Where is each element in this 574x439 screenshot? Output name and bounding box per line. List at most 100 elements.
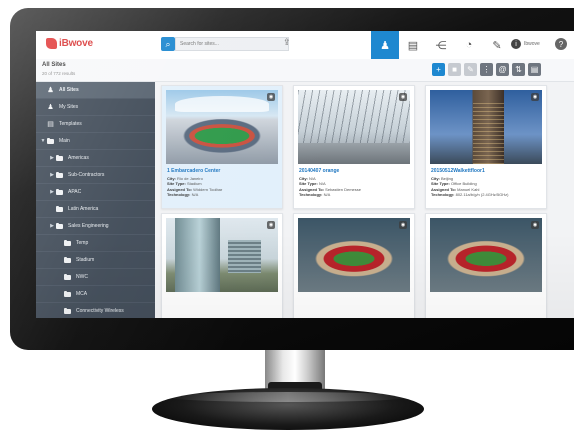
- card-technology-label: Technology:: [299, 192, 323, 198]
- chevron-icon[interactable]: ▶: [48, 223, 56, 229]
- site-card[interactable]: ◉ 20150512Walkettfloor1 City: Beijing Site …: [425, 85, 547, 209]
- site-thumbnail[interactable]: ◉: [430, 90, 542, 164]
- sidebar-item[interactable]: ♟ My Sites: [36, 99, 155, 116]
- sidebar-item-label: Americas: [68, 155, 89, 161]
- card-details: 20140407 orange City: N/A Site Type: N/A As…: [294, 164, 414, 202]
- card-city-value: N/A: [309, 176, 316, 181]
- stop-button[interactable]: ■: [448, 63, 461, 76]
- folder-icon: [56, 205, 63, 212]
- sidebar-item[interactable]: ▶ APAC: [36, 184, 155, 201]
- card-technology-value: 802.11a/b/g/n (2.4GHz/5GHz): [455, 192, 509, 198]
- folder-icon: [64, 307, 71, 314]
- folder-icon: [56, 171, 63, 178]
- card-site-type-label: Site Type:: [299, 181, 318, 187]
- card-technology-label: Technology:: [431, 192, 455, 198]
- card-title[interactable]: 20140407 orange: [299, 168, 409, 174]
- card-assigned-to-label: Assigned To:: [167, 186, 193, 192]
- sidebar-item[interactable]: MCA: [36, 286, 155, 303]
- logo-text: iBwove: [59, 38, 93, 49]
- edit-button[interactable]: ✎: [464, 63, 477, 76]
- camera-icon[interactable]: ◉: [267, 93, 275, 101]
- search-button[interactable]: ⌕: [161, 37, 175, 51]
- site-card[interactable]: ◉ 20140407 orange City: N/A Site Type: N/A A…: [293, 85, 415, 209]
- help-icon[interactable]: ?: [555, 38, 567, 50]
- search-icon: ⌕: [165, 38, 171, 49]
- folder-icon: [56, 188, 63, 195]
- chevron-icon[interactable]: ▶: [48, 172, 56, 178]
- clipboard-icon: ▤: [407, 39, 419, 52]
- sidebar-item-label: NWC: [76, 274, 88, 280]
- page-header: All Sites 20 of 772 results + ■ ✎ ⋮ @ ⇅ …: [36, 59, 574, 82]
- sidebar-item[interactable]: ▼ Main: [36, 133, 155, 150]
- camera-icon[interactable]: ◉: [531, 93, 539, 101]
- sidebar-item-label: Latin America: [68, 206, 99, 212]
- sites-icon: ♟: [380, 39, 390, 52]
- card-city-label: City:: [167, 176, 176, 181]
- wrench-icon: ✎: [492, 39, 502, 52]
- sidebar-item[interactable]: Stadium: [36, 252, 155, 269]
- site-thumbnail[interactable]: ◉: [166, 218, 278, 292]
- link-button[interactable]: @: [496, 63, 509, 76]
- camera-icon[interactable]: ◉: [531, 221, 539, 229]
- site-card[interactable]: ◉: [293, 213, 415, 318]
- sidebar-item-label: My Sites: [59, 104, 79, 110]
- sidebar-item-label: Main: [59, 138, 70, 144]
- sidebar-item-label: APAC: [68, 189, 82, 195]
- sort-button[interactable]: ⇅: [512, 63, 525, 76]
- sidebar-item-label: Connectivity Wireless: [76, 308, 124, 314]
- sidebar-item[interactable]: Temp: [36, 235, 155, 252]
- card-city-value: Beijing: [441, 176, 454, 181]
- sidebar-item[interactable]: Latin America: [36, 201, 155, 218]
- page-title: All Sites: [42, 62, 66, 68]
- more-button[interactable]: ⋮: [480, 63, 493, 76]
- sidebar-item[interactable]: ▶ Americas: [36, 150, 155, 167]
- search-input[interactable]: [175, 37, 289, 51]
- sidebar-item[interactable]: ▶ Sub-Contractors: [36, 167, 155, 184]
- sidebar-item[interactable]: NWC: [36, 269, 155, 286]
- document-icon: ▤: [47, 121, 54, 128]
- site-card[interactable]: ◉: [161, 213, 283, 318]
- folder-icon: [64, 256, 71, 263]
- camera-icon[interactable]: ◉: [267, 221, 275, 229]
- card-technology: Technology: N/A: [299, 192, 409, 197]
- site-thumbnail[interactable]: ◉: [166, 90, 278, 164]
- site-card[interactable]: ◉: [425, 213, 547, 318]
- nav-sites-button[interactable]: ♟: [371, 31, 399, 59]
- site-thumbnail[interactable]: ◉: [298, 218, 410, 292]
- card-assigned-to-label: Assigned To:: [431, 186, 457, 192]
- view-button[interactable]: ▤: [528, 63, 541, 76]
- site-thumbnail[interactable]: ◉: [430, 218, 542, 292]
- top-bar: iBwove ⌕ ⇪ ♟ ▤ ⋲ ◔ ✎ i Ibwove ?: [36, 31, 574, 60]
- chevron-icon[interactable]: ▶: [48, 155, 56, 161]
- folder-icon: [56, 154, 63, 161]
- chevron-icon[interactable]: ▶: [48, 189, 56, 195]
- sidebar-item[interactable]: Connectivity Wireless: [36, 303, 155, 318]
- card-title[interactable]: 20150512Walkettfloor1: [431, 168, 541, 174]
- sidebar-item[interactable]: ▤ Templates: [36, 116, 155, 133]
- sidebar-item[interactable]: ▶ Sales Engineering: [36, 218, 155, 235]
- sidebar-item-label: Temp: [76, 240, 89, 246]
- nav-tools-button[interactable]: ✎: [483, 31, 511, 59]
- chevron-icon[interactable]: ▼: [39, 138, 47, 144]
- upload-icon[interactable]: ⇪: [283, 37, 291, 48]
- app-logo[interactable]: iBwove: [46, 38, 93, 49]
- user-menu[interactable]: i Ibwove: [511, 39, 540, 49]
- camera-icon[interactable]: ◉: [399, 93, 407, 101]
- logo-mark-icon: [46, 38, 57, 49]
- site-thumbnail[interactable]: ◉: [298, 90, 410, 164]
- nav-dashboard-button[interactable]: ◔: [455, 31, 483, 59]
- sidebar-item[interactable]: ♟ All Sites: [36, 82, 155, 99]
- nav-reports-button[interactable]: ▤: [399, 31, 427, 59]
- card-title[interactable]: 1 Embarcadero Center: [167, 168, 277, 174]
- card-site-type-label: Site Type:: [431, 181, 450, 187]
- sidebar-item-label: Sales Engineering: [68, 223, 109, 229]
- card-technology: Technology: N/A: [167, 192, 277, 197]
- folder-icon: [47, 137, 54, 144]
- camera-icon[interactable]: ◉: [399, 221, 407, 229]
- card-city-value: Rio de Janeiro: [177, 176, 203, 181]
- nav-hierarchy-button[interactable]: ⋲: [427, 31, 455, 59]
- add-site-button[interactable]: +: [432, 63, 445, 76]
- sidebar-item-label: Stadium: [76, 257, 95, 263]
- sidebar-item-label: Templates: [59, 121, 82, 127]
- site-card[interactable]: ◉ 1 Embarcadero Center City: Rio de Janeir…: [161, 85, 283, 209]
